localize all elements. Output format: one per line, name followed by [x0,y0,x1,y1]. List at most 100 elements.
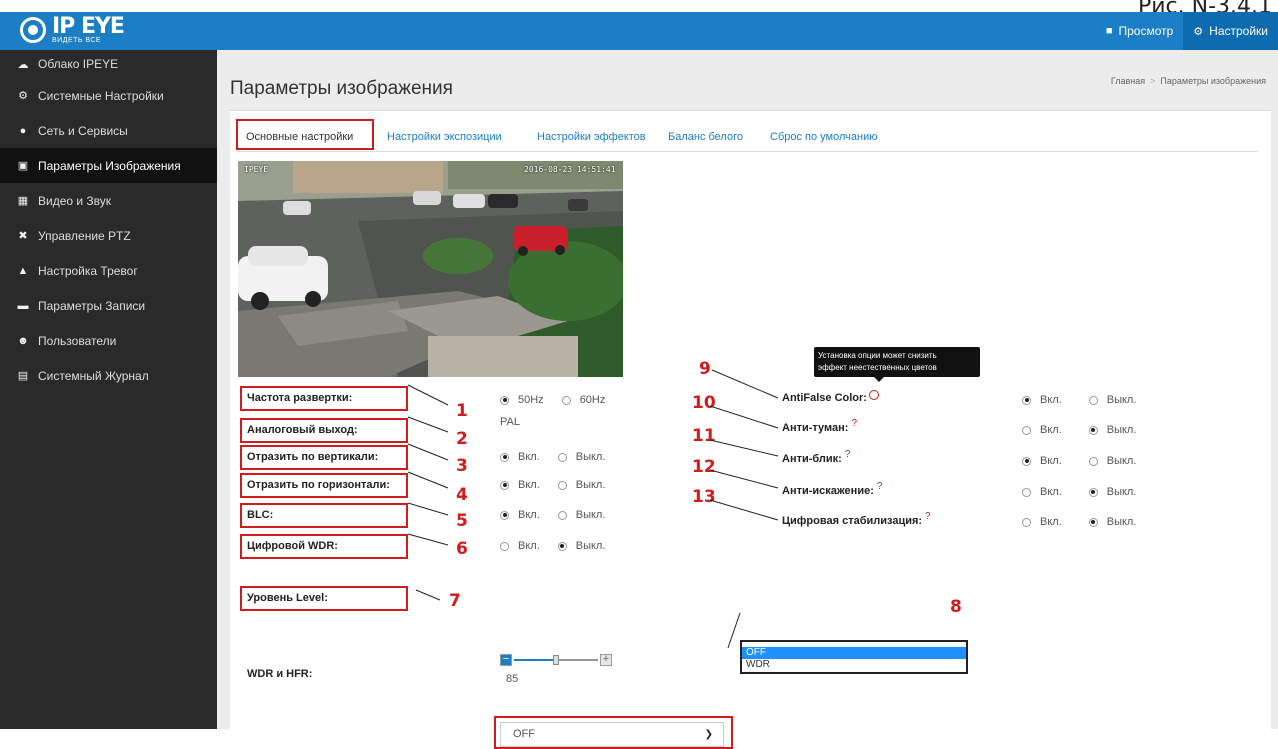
sidebar-item-users[interactable]: ☻ Пользователи [0,323,217,358]
radio-off[interactable] [557,480,567,490]
scan-rate-radios: 50Hz 60Hz [500,394,623,406]
radio-off[interactable] [1088,395,1098,405]
annotation-number-10: 10 [692,393,716,413]
preview-osd-time: 2016-08-23 14:51:41 [524,165,616,174]
radio-off-label: Выкл. [575,509,606,521]
level-slider[interactable]: − + [500,654,612,668]
annotation-number-2: 2 [456,429,468,449]
radio-on[interactable] [500,541,509,551]
sidebar-item-video-audio[interactable]: ▦ Видео и Звук [0,183,217,218]
radio-off-label: Выкл. [575,479,606,491]
sidebar-item-system-settings[interactable]: ⚙ Системные Настройки [0,78,217,113]
ipeye-logo[interactable]: IP EYE ВИДЕТЬ ВСЕ [20,16,125,44]
radio-off-label: Выкл. [575,451,606,463]
radio-off[interactable] [1088,425,1098,435]
radio-off[interactable] [1088,517,1098,527]
label-flip-horizontal: Отразить по горизонтали: [240,473,408,498]
annotation-number-12: 12 [692,457,716,477]
radio-on-label: Вкл. [1040,455,1062,467]
move-arrows-icon: ✖ [18,230,28,242]
blc-radios: Вкл. Выкл. [500,509,623,521]
radio-off[interactable] [557,452,567,462]
sidebar-item-network[interactable]: ● Сеть и Сервисы [0,113,217,148]
radio-on-label: Вкл. [518,540,540,552]
breadcrumb-home[interactable]: Главная [1111,76,1145,86]
radio-off[interactable] [1088,487,1098,497]
image-icon: ▣ [17,160,29,172]
sidebar-item-label: Управление PTZ [38,228,131,243]
dropdown-option-wdr[interactable]: WDR [742,659,966,671]
radio-on[interactable] [1022,517,1031,527]
help-circle-icon[interactable] [868,390,879,401]
radio-60hz[interactable] [561,395,571,405]
radio-off[interactable] [557,541,567,551]
dropdown-option-off[interactable]: OFF [742,647,966,659]
sidebar-item-system-log[interactable]: ▤ Системный Журнал [0,358,217,393]
sidebar-item-cloud[interactable]: ☁ Облако IPEYE [0,50,217,78]
annotation-number-13: 13 [692,487,716,507]
radio-off-label: Выкл. [1106,424,1137,436]
digital-wdr-radios: Вкл. Выкл. [500,540,623,552]
sidebar: ☁ Облако IPEYE ⚙ Системные Настройки ● С… [0,50,217,729]
preview-osd-name: IPEYE [244,165,269,174]
label-flip-vertical: Отразить по вертикали: [240,445,408,470]
annotation-number-3: 3 [456,456,468,476]
radio-off-label: Выкл. [1106,394,1137,406]
tab-white-balance[interactable]: Баланс белого [668,123,743,151]
help-icon[interactable]: ? [925,511,931,522]
radio-on[interactable] [1022,456,1031,466]
radio-off-label: Выкл. [1106,516,1137,528]
sidebar-item-alarms[interactable]: ▲ Настройка Тревог [0,253,217,288]
radio-off-label: Выкл. [1106,486,1137,498]
topnav-view-label: Просмотр [1118,24,1174,38]
radio-on[interactable] [500,510,509,520]
tab-effect-settings[interactable]: Настройки эффектов [537,123,646,151]
radio-on[interactable] [1022,425,1031,435]
gears-icon: ⚙ [1193,25,1204,38]
label-antiglare: Анти-блик:? [782,449,850,465]
antifalse-radios: Вкл. Выкл. [1022,394,1154,406]
radio-on[interactable] [500,480,509,490]
label-antifog: Анти-туман:? [782,418,857,434]
camera-preview[interactable]: IPEYE 2016-08-23 14:51:41 [238,161,623,377]
sidebar-item-label: Пользователи [38,333,117,348]
radio-on-label: Вкл. [1040,516,1062,528]
radio-off[interactable] [1088,456,1098,466]
help-icon[interactable]: ? [851,418,857,429]
sidebar-item-ptz[interactable]: ✖ Управление PTZ [0,218,217,253]
help-icon[interactable]: ? [845,449,851,460]
slider-handle[interactable] [553,655,559,665]
level-decrease-button[interactable]: − [500,654,512,666]
log-file-icon: ▤ [17,370,29,382]
digital-stab-radios: Вкл. Выкл. [1022,516,1154,528]
level-value: 85 [506,673,519,685]
wdr-hfr-select[interactable]: OFF ❯ [500,722,724,747]
antifog-label-text: Анти-туман: [782,422,849,434]
antifalse-label-text: AntiFalse Color: [782,392,867,404]
sidebar-item-image-settings[interactable]: ▣ Параметры Изображения [0,148,217,183]
breadcrumb-current: Параметры изображения [1160,76,1266,86]
annotation-number-9: 9 [699,359,711,379]
level-increase-button[interactable]: + [600,654,612,666]
eye-logo-icon [20,17,46,43]
help-icon[interactable]: ? [877,481,883,492]
tab-exposure-settings[interactable]: Настройки экспозиции [387,123,502,151]
radio-on[interactable] [500,452,509,462]
sidebar-item-label: Облако IPEYE [38,57,119,71]
flip-vertical-radios: Вкл. Выкл. [500,451,623,463]
radio-50hz[interactable] [500,395,509,405]
radio-off[interactable] [557,510,567,520]
hdd-icon: ▬ [17,299,29,312]
settings-panel: Основные настройки Настройки экспозиции … [230,110,1271,749]
sidebar-item-recording[interactable]: ▬ Параметры Записи [0,288,217,323]
topnav-settings[interactable]: ⚙ Настройки [1183,12,1278,50]
annotation-number-6: 6 [456,539,468,559]
tab-reset-defaults[interactable]: Сброс по умолчанию [770,123,877,151]
topnav-view[interactable]: ■ Просмотр [1096,12,1183,50]
label-digital-wdr: Цифровой WDR: [240,534,408,559]
slider-fill [514,659,556,661]
wdr-hfr-dropdown: OFF WDR [740,640,968,674]
radio-on[interactable] [1022,487,1031,497]
radio-on[interactable] [1022,395,1031,405]
antiglare-label-text: Анти-блик: [782,453,842,465]
